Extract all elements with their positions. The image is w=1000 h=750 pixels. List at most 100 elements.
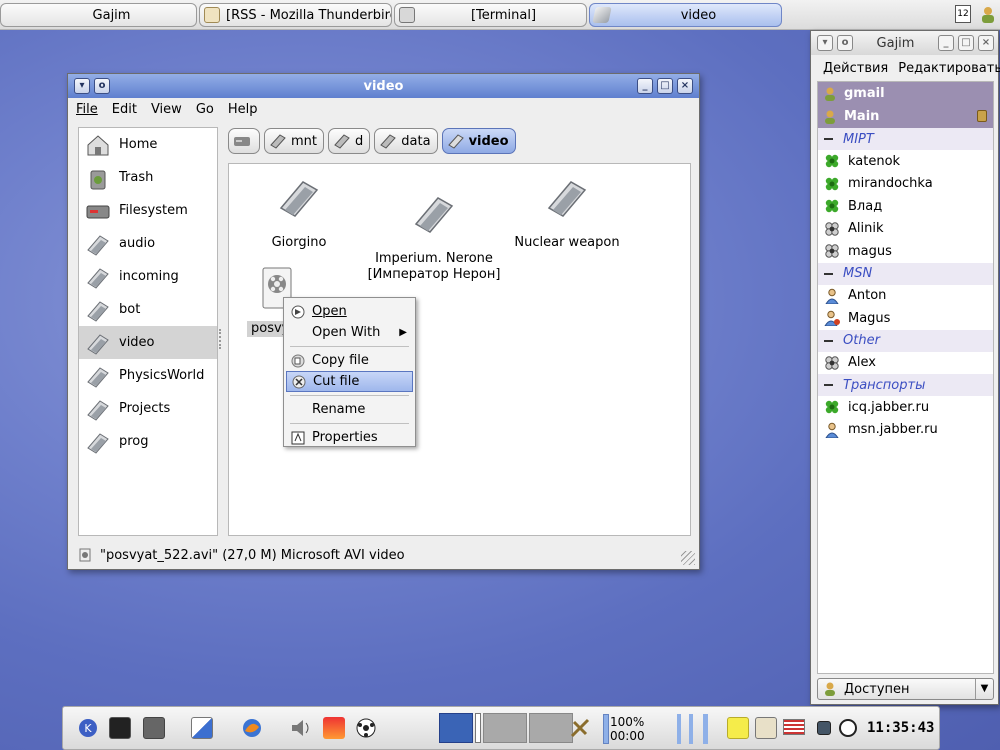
task-terminal[interactable]: [Terminal]: [394, 3, 587, 27]
menu-edit[interactable]: Редактировать: [898, 61, 1000, 76]
browser-launcher-icon[interactable]: [241, 717, 263, 739]
status-selector[interactable]: Доступен ▼: [817, 678, 994, 700]
power-icon[interactable]: [839, 719, 857, 737]
contact-row[interactable]: magus: [818, 240, 993, 263]
contact-name: Alinik: [848, 221, 884, 237]
pager-desktop-4[interactable]: [529, 713, 573, 743]
account-icon: [825, 110, 835, 124]
menu-item-open[interactable]: Open: [286, 301, 413, 322]
path-root-button[interactable]: [228, 128, 260, 154]
contact-name: katenok: [848, 153, 901, 169]
pager-desktop-3[interactable]: [483, 713, 527, 743]
menu-go[interactable]: Go: [196, 102, 214, 117]
contact-row[interactable]: Alinik: [818, 218, 993, 241]
folder-icon: [85, 429, 111, 455]
notes-icon[interactable]: [727, 717, 749, 739]
menu-item-copy-file[interactable]: Copy file: [286, 350, 413, 371]
folder-icon: [547, 181, 587, 217]
contact-row[interactable]: Alex: [818, 352, 993, 375]
sidebar-item-video[interactable]: video: [79, 326, 217, 359]
path-data-button[interactable]: data: [374, 128, 438, 154]
menu-help[interactable]: Help: [228, 102, 258, 117]
network-tool-icon[interactable]: [569, 717, 591, 739]
contact-row[interactable]: Влад: [818, 195, 993, 218]
path-mnt-button[interactable]: mnt: [264, 128, 324, 154]
fm-titlebar[interactable]: ▾ o video _ □ ×: [68, 74, 699, 98]
calendar-icon[interactable]: 12: [955, 5, 971, 23]
pager-desktop-1[interactable]: [439, 713, 473, 743]
window-menu-button[interactable]: ▾: [74, 78, 90, 94]
menu-item-open-with[interactable]: Open With ▶: [286, 322, 413, 343]
menu-edit[interactable]: Edit: [112, 102, 137, 117]
sidebar-item-incoming[interactable]: incoming: [79, 260, 217, 293]
user-icon[interactable]: [979, 5, 997, 25]
contact-row[interactable]: icq.jabber.ru: [818, 396, 993, 419]
sidebar-item-bot[interactable]: bot: [79, 293, 217, 326]
sidebar-item-prog[interactable]: prog: [79, 425, 217, 458]
group-header[interactable]: Транспорты: [818, 374, 993, 396]
account-row[interactable]: gmail: [818, 82, 993, 105]
resize-grip[interactable]: [681, 551, 695, 565]
account-row[interactable]: Main: [818, 105, 993, 128]
window-menu-button[interactable]: ▾: [817, 35, 833, 51]
contact-row[interactable]: Anton: [818, 285, 993, 308]
menu-file[interactable]: File: [76, 102, 98, 117]
media-player-icon[interactable]: [323, 717, 345, 739]
file-item-giorgino[interactable]: Giorgino: [259, 174, 339, 251]
close-button[interactable]: ×: [677, 78, 693, 94]
path-d-button[interactable]: d: [328, 128, 371, 154]
battery-readout: 100% 00:00: [610, 715, 645, 743]
status-bar: "posvyat_522.avi" (27,0 M) Microsoft AVI…: [78, 544, 405, 566]
folder-icon: [85, 330, 111, 356]
group-header[interactable]: MIPT: [818, 128, 993, 150]
terminal-launcher-icon[interactable]: [109, 717, 131, 739]
drive-icon: [85, 198, 111, 224]
pager-desktop-2[interactable]: [475, 713, 481, 743]
sidebar-item-trash[interactable]: Trash: [79, 161, 217, 194]
monitor-icon[interactable]: [817, 721, 831, 735]
sticky-button[interactable]: o: [837, 35, 853, 51]
volume-icon[interactable]: [289, 717, 311, 739]
game-icon[interactable]: [355, 717, 377, 739]
editor-launcher-icon[interactable]: [191, 717, 213, 739]
path-video-button[interactable]: video: [441, 128, 516, 154]
gajim-titlebar[interactable]: ▾ o Gajim _ □ ×: [811, 31, 998, 55]
contact-row[interactable]: msn.jabber.ru: [818, 419, 993, 442]
kde-menu-icon[interactable]: K: [77, 717, 99, 739]
task-gajim[interactable]: Gajim: [0, 3, 197, 27]
file-item-nuclear-weapon[interactable]: Nuclear weapon: [512, 174, 622, 251]
sticky-button[interactable]: o: [94, 78, 110, 94]
menu-item-rename[interactable]: Rename: [286, 399, 413, 420]
sidebar-item-home[interactable]: Home: [79, 128, 217, 161]
task-video[interactable]: video: [589, 3, 782, 27]
maximize-button[interactable]: □: [657, 78, 673, 94]
task-thunderbird[interactable]: [RSS - Mozilla Thunderbird]: [199, 3, 392, 27]
places-sidebar: Home Trash Filesystem audio incoming bot video…: [78, 127, 218, 536]
sidebar-item-projects[interactable]: Projects: [79, 392, 217, 425]
maximize-button[interactable]: □: [958, 35, 974, 51]
contact-row[interactable]: mirandochka: [818, 173, 993, 196]
online-status-icon: [824, 399, 840, 415]
group-header[interactable]: MSN: [818, 262, 993, 285]
contact-row[interactable]: Magus: [818, 307, 993, 330]
contact-name: icq.jabber.ru: [848, 399, 930, 415]
menu-separator: [290, 423, 409, 424]
sidebar-item-physicsworld[interactable]: PhysicsWorld: [79, 359, 217, 392]
minimize-button[interactable]: _: [637, 78, 653, 94]
menu-item-properties[interactable]: Properties: [286, 427, 413, 448]
menu-item-cut-file[interactable]: Cut file: [286, 371, 413, 392]
menu-actions[interactable]: Действия: [823, 61, 888, 76]
close-button[interactable]: ×: [978, 35, 994, 51]
pane-splitter[interactable]: [219, 329, 225, 349]
minimize-button[interactable]: _: [938, 35, 954, 51]
sidebar-item-audio[interactable]: audio: [79, 227, 217, 260]
sidebar-item-filesystem[interactable]: Filesystem: [79, 194, 217, 227]
group-header[interactable]: Other: [818, 329, 993, 352]
clipboard-icon[interactable]: [755, 717, 777, 739]
screen-launcher-icon[interactable]: [143, 717, 165, 739]
contact-row[interactable]: katenok: [818, 150, 993, 173]
keyboard-layout-us-flag-icon[interactable]: [783, 719, 805, 735]
file-item-imperium[interactable]: Imperium. Nerone [Император Нерон]: [364, 174, 504, 299]
clock[interactable]: 11:35:43: [867, 720, 934, 736]
menu-view[interactable]: View: [151, 102, 182, 117]
